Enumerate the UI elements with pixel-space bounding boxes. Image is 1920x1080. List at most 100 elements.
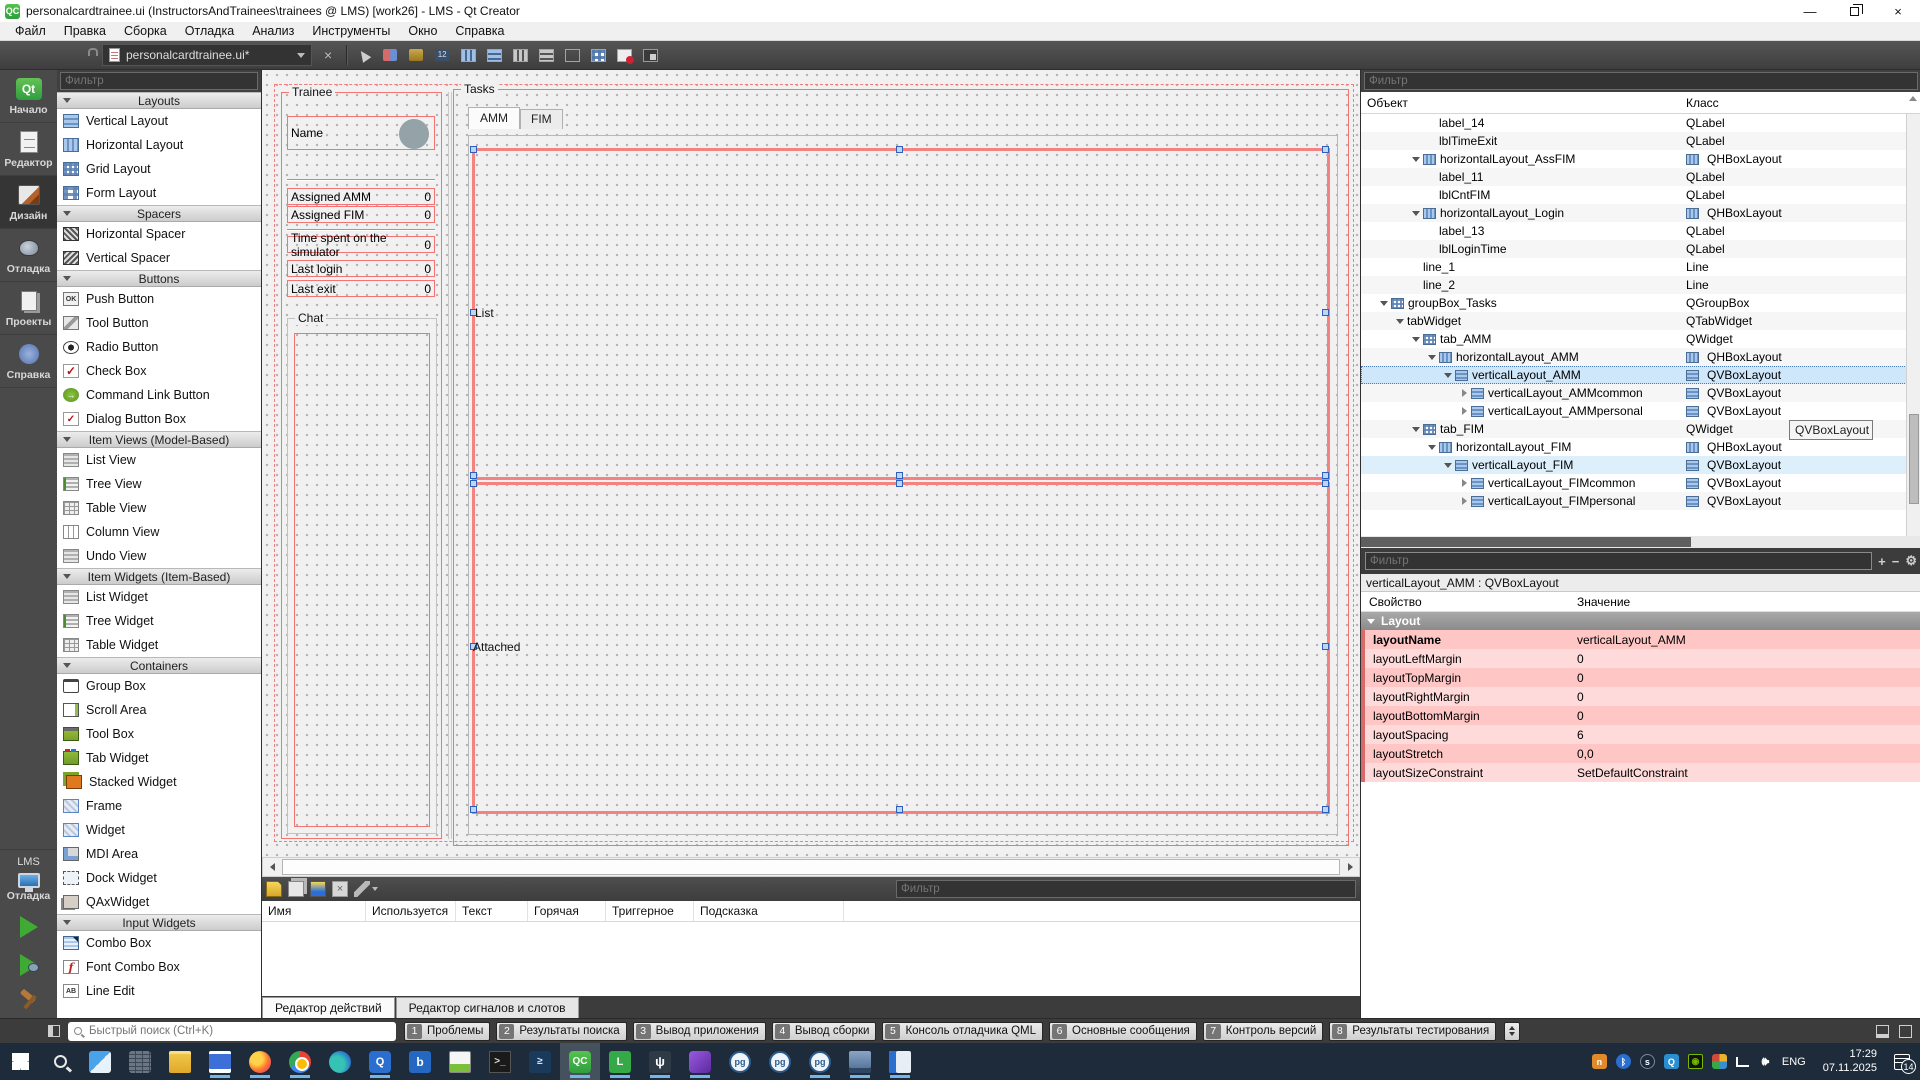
output-pane-8[interactable]: 8Результаты тестирования [1329, 1022, 1496, 1041]
taskbar-postgres-2[interactable]: pg [760, 1043, 800, 1080]
mode-справка[interactable]: Справка [0, 335, 57, 388]
language-indicator[interactable]: ENG [1782, 1056, 1806, 1068]
widget-item[interactable]: →Command Link Button [57, 383, 261, 407]
widget-item[interactable]: Horizontal Layout [57, 133, 261, 157]
tree-row-verticalLayout_AMM[interactable]: verticalLayout_AMMQVBoxLayout [1361, 366, 1907, 384]
object-filter-input[interactable] [1364, 72, 1918, 90]
widget-item[interactable]: MDI Area [57, 842, 261, 866]
menu-item-5[interactable]: Инструменты [303, 24, 399, 38]
form-canvas[interactable]: Trainee Name Assigned AMM0Assigned FIM0T… [262, 70, 1360, 857]
taskbar-fork-app[interactable]: ψ [640, 1043, 680, 1080]
widget-category-0[interactable]: Layouts [57, 92, 261, 109]
kit-selector[interactable]: LMSОтладка [0, 849, 57, 908]
selection-handle[interactable] [896, 472, 903, 479]
widget-category-6[interactable]: Input Widgets [57, 914, 261, 931]
widget-item[interactable]: Table Widget [57, 633, 261, 657]
q-tray-icon[interactable]: Q [1664, 1054, 1679, 1069]
trainee-field-4[interactable]: Last exit0 [287, 280, 435, 297]
tree-row-groupBox_Tasks[interactable]: groupBox_TasksQGroupBox [1361, 294, 1907, 312]
widget-item[interactable]: Tree View [57, 472, 261, 496]
break-layout-button[interactable] [613, 45, 635, 65]
taskbar-postgres-1[interactable]: pg [720, 1043, 760, 1080]
mode-дизайн[interactable]: Дизайн [0, 176, 57, 229]
edit-signals-slots-button[interactable] [379, 45, 401, 65]
expander-closed-icon[interactable] [1457, 479, 1471, 487]
output-pane-4[interactable]: 4Вывод сборки [772, 1022, 877, 1041]
remove-property-icon[interactable]: − [1892, 554, 1900, 569]
widget-box-filter-input[interactable] [60, 72, 258, 90]
menu-item-0[interactable]: Файл [6, 24, 55, 38]
edit-widgets-button[interactable] [353, 45, 375, 65]
selection-handle[interactable] [896, 146, 903, 153]
expander-open-icon[interactable] [1409, 337, 1423, 342]
mode-начало[interactable]: QtНачало [0, 70, 57, 123]
widget-item[interactable]: Tool Button [57, 311, 261, 335]
widget-item[interactable]: Vertical Layout [57, 109, 261, 133]
chevron-down-icon[interactable] [297, 53, 305, 58]
restore-button[interactable] [1832, 0, 1876, 22]
widget-item[interactable]: OKPush Button [57, 287, 261, 311]
tree-row-line_1[interactable]: line_1Line [1361, 258, 1907, 276]
selection-handle[interactable] [1322, 643, 1329, 650]
expander-closed-icon[interactable] [1457, 497, 1471, 505]
widget-item[interactable]: Group Box [57, 674, 261, 698]
selection-handle[interactable] [1322, 472, 1329, 479]
selection-handle[interactable] [470, 480, 477, 487]
widget-item[interactable]: Tree Widget [57, 609, 261, 633]
copy-action-icon[interactable] [288, 881, 304, 897]
output-pane-2[interactable]: 2Результаты поиска [496, 1022, 626, 1041]
property-value[interactable]: 0 [1573, 690, 1920, 704]
taskbar-panel-app[interactable] [880, 1043, 920, 1080]
widget-item[interactable]: ✓Check Box [57, 359, 261, 383]
locator-search[interactable] [68, 1022, 396, 1041]
add-property-icon[interactable]: + [1878, 554, 1886, 569]
tree-row-label_14[interactable]: label_14QLabel [1361, 114, 1907, 132]
taskbar-q-app[interactable]: Q [360, 1043, 400, 1080]
steam-icon[interactable]: s [1640, 1054, 1655, 1069]
bluetooth-icon[interactable]: ᛒ [1616, 1054, 1631, 1069]
tree-scroll-up-icon[interactable] [1909, 96, 1917, 101]
selection-handle[interactable] [896, 806, 903, 813]
property-row-layoutName[interactable]: layoutNameverticalLayout_AMM [1361, 630, 1920, 649]
tab-amm[interactable]: AMM [468, 107, 520, 129]
widget-item[interactable]: Stacked Widget [57, 770, 261, 794]
taskbar-remote-desktop[interactable] [840, 1043, 880, 1080]
tree-vertical-scrollbar[interactable] [1906, 114, 1920, 536]
property-row-layoutSizeConstraint[interactable]: layoutSizeConstraintSetDefaultConstraint [1361, 763, 1920, 782]
progress-details-icon[interactable] [1876, 1025, 1889, 1038]
tab-action-editor[interactable]: Редактор действий [262, 997, 395, 1018]
locator-input[interactable] [87, 1024, 390, 1038]
tree-row-label_13[interactable]: label_13QLabel [1361, 222, 1907, 240]
widget-item[interactable]: Tab Widget [57, 746, 261, 770]
widget-category-3[interactable]: Item Views (Model-Based) [57, 431, 261, 448]
taskbar-notes[interactable] [440, 1043, 480, 1080]
selection-handle[interactable] [1322, 146, 1329, 153]
tree-row-lblLoginTime[interactable]: lblLoginTimeQLabel [1361, 240, 1907, 258]
edit-buddies-button[interactable] [405, 45, 427, 65]
taskbar-floppy-app[interactable] [200, 1043, 240, 1080]
widget-item[interactable]: List Widget [57, 585, 261, 609]
expander-open-icon[interactable] [1425, 445, 1439, 450]
taskbar-file-explorer[interactable] [160, 1043, 200, 1080]
tree-row-tabWidget[interactable]: tabWidgetQTabWidget [1361, 312, 1907, 330]
selection-handle[interactable] [470, 146, 477, 153]
minimize-button[interactable]: — [1788, 0, 1832, 22]
output-pane-3[interactable]: 3Вывод приложения [633, 1022, 766, 1041]
layout-grid-button[interactable] [587, 45, 609, 65]
widget-item[interactable]: Form Layout [57, 181, 261, 205]
open-document-selector[interactable]: personalcardtrainee.ui* [102, 44, 312, 66]
close-document-button[interactable]: × [324, 47, 332, 63]
property-value[interactable]: 6 [1573, 728, 1920, 742]
expander-open-icon[interactable] [1409, 157, 1423, 162]
widget-item[interactable]: Table View [57, 496, 261, 520]
property-row-layoutTopMargin[interactable]: layoutTopMargin0 [1361, 668, 1920, 687]
widget-item[interactable]: Undo View [57, 544, 261, 568]
expander-open-icon[interactable] [1409, 211, 1423, 216]
tree-row-horizontalLayout_FIM[interactable]: horizontalLayout_FIMQHBoxLayout [1361, 438, 1907, 456]
run-debug-button[interactable] [20, 954, 38, 976]
widget-item[interactable]: Dock Widget [57, 866, 261, 890]
property-value[interactable]: 0 [1573, 671, 1920, 685]
action-table-body[interactable] [262, 922, 1360, 996]
taskbar-edge[interactable] [320, 1043, 360, 1080]
widget-category-5[interactable]: Containers [57, 657, 261, 674]
